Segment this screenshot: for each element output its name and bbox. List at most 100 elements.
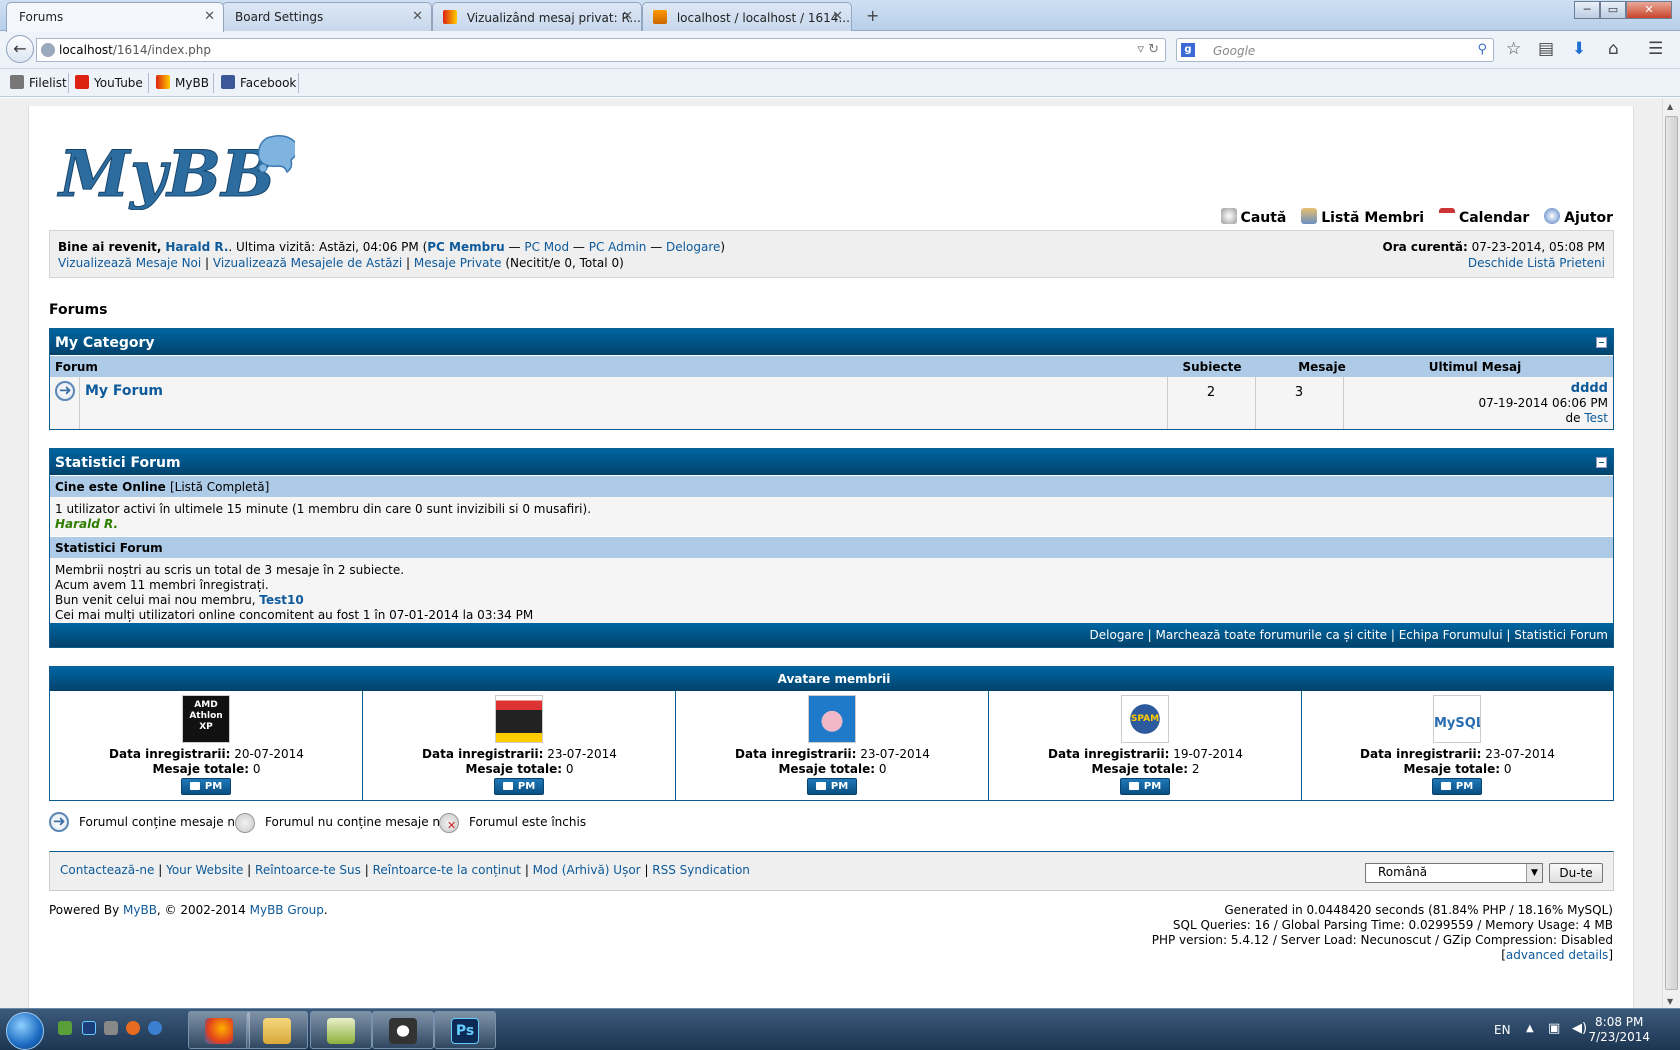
avatar[interactable]: [808, 695, 856, 743]
taskbar-app[interactable]: [372, 1011, 434, 1049]
avatar[interactable]: SPAM: [1121, 695, 1169, 743]
tab-private-message[interactable]: Vizualizând mesaj privat: R... ✕: [432, 2, 642, 31]
category-title[interactable]: My Category: [55, 335, 155, 351]
back-button[interactable]: ←: [6, 35, 34, 63]
tab-label: localhost / localhost / 1614...: [676, 11, 850, 25]
forum-team-link[interactable]: Echipa Forumului: [1399, 628, 1503, 642]
close-icon[interactable]: ✕: [832, 9, 843, 24]
home-icon[interactable]: ⌂: [1608, 39, 1619, 59]
tray-expand-icon[interactable]: ▲: [1526, 1023, 1534, 1034]
close-icon[interactable]: ✕: [412, 9, 423, 24]
taskbar-clock[interactable]: 8:08 PM 7/23/2014: [1588, 1015, 1650, 1045]
mybb-logo[interactable]: MyBB: [55, 130, 295, 210]
advanced-details-link[interactable]: advanced details: [1506, 948, 1608, 962]
close-window-button[interactable]: ✕: [1626, 1, 1672, 19]
network-icon[interactable]: ▣: [1548, 1021, 1560, 1036]
tab-board-settings[interactable]: Board Settings ✕: [222, 2, 432, 31]
pm-button[interactable]: PM: [807, 778, 857, 795]
utorrent-icon[interactable]: [58, 1021, 72, 1035]
scroll-up-icon[interactable]: ▲: [1667, 102, 1673, 111]
taskbar-notepad[interactable]: [310, 1011, 372, 1049]
scroll-thumb[interactable]: [1665, 116, 1678, 990]
view-todays-posts-link[interactable]: Vizualizează Mesajele de Astăzi: [213, 256, 402, 270]
firefox-quick-icon[interactable]: [126, 1021, 140, 1035]
bookmarks-library-icon[interactable]: ▤: [1538, 39, 1554, 59]
bookmark-facebook[interactable]: Facebook: [221, 75, 296, 90]
language-indicator[interactable]: EN: [1494, 1023, 1511, 1037]
back-to-top-link[interactable]: Reîntoarce-te Sus: [255, 863, 361, 877]
bookmark-star-icon[interactable]: ☆: [1506, 39, 1521, 59]
menu-icon[interactable]: ☰: [1648, 39, 1663, 59]
calendar-link[interactable]: Calendar: [1438, 208, 1529, 226]
member-list-link[interactable]: Listă Membri: [1301, 208, 1424, 226]
pm-button[interactable]: PM: [1432, 778, 1482, 795]
tab-phpmyadmin[interactable]: localhost / localhost / 1614... ✕: [642, 2, 852, 31]
navigation-bar: ← localhost/1614/index.php ▿ ↻ g Google …: [0, 31, 1680, 69]
mybb-group-link[interactable]: MyBB Group: [250, 903, 324, 917]
breadcrumb[interactable]: Forums: [49, 302, 107, 318]
search-input[interactable]: g Google ⚲: [1176, 38, 1494, 62]
mark-all-read-link[interactable]: Marchează toate forumurile ca și citite: [1156, 628, 1388, 642]
mybb-link[interactable]: MyBB: [123, 903, 157, 917]
username-link[interactable]: Harald R.: [165, 240, 228, 254]
buddy-list-link[interactable]: Deschide Listă Prieteni: [1468, 256, 1605, 270]
pm-button[interactable]: PM: [1120, 778, 1170, 795]
tab-forums[interactable]: Forums ✕: [6, 2, 224, 32]
new-tab-button[interactable]: +: [866, 6, 879, 25]
language-select[interactable]: Română ▼: [1365, 863, 1543, 883]
avatar[interactable]: MySQL: [1433, 695, 1481, 743]
logout-link[interactable]: Delogare: [1090, 628, 1144, 642]
avatar[interactable]: AMD Athlon XP: [182, 695, 230, 743]
back-to-content-link[interactable]: Reîntoarce-te la conținut: [373, 863, 521, 877]
private-messages-link[interactable]: Mesaje Private: [414, 256, 502, 270]
pc-member-link[interactable]: PC Membru: [427, 240, 504, 254]
search-link[interactable]: Caută: [1220, 208, 1286, 226]
pc-mod-link[interactable]: PC Mod: [524, 240, 569, 254]
forum-new-posts-icon[interactable]: ➜: [55, 381, 75, 401]
view-new-posts-link[interactable]: Vizualizează Mesaje Noi: [58, 256, 201, 270]
reload-icon[interactable]: ▿ ↻: [1137, 42, 1159, 57]
close-icon[interactable]: ✕: [622, 9, 633, 24]
bookmark-mybb[interactable]: MyBB: [156, 75, 209, 90]
rss-link[interactable]: RSS Syndication: [652, 863, 750, 877]
go-button[interactable]: Du-te: [1549, 863, 1603, 883]
bookmark-youtube[interactable]: YouTube: [75, 75, 143, 90]
website-link[interactable]: Your Website: [166, 863, 243, 877]
settings-icon[interactable]: [104, 1021, 118, 1035]
vertical-scrollbar[interactable]: ▲ ▼: [1662, 98, 1680, 1008]
app-quick-icon[interactable]: [148, 1021, 162, 1035]
newest-member-link[interactable]: Test10: [259, 593, 303, 607]
maximize-button[interactable]: ▭: [1600, 1, 1626, 19]
scroll-down-icon[interactable]: ▼: [1667, 997, 1673, 1006]
avatar[interactable]: [495, 695, 543, 743]
pm-button[interactable]: PM: [494, 778, 544, 795]
close-icon[interactable]: ✕: [204, 9, 215, 24]
logout-link[interactable]: Delogare: [666, 240, 720, 254]
help-link[interactable]: Ajutor: [1544, 208, 1613, 226]
taskbar-explorer[interactable]: [246, 1011, 308, 1049]
search-icon[interactable]: ⚲: [1477, 42, 1487, 57]
last-post-author-link[interactable]: Test: [1584, 411, 1608, 425]
url-bar[interactable]: localhost/1614/index.php ▿ ↻: [36, 38, 1166, 62]
pc-admin-link[interactable]: PC Admin: [589, 240, 647, 254]
download-icon[interactable]: ⬇: [1572, 39, 1586, 59]
taskbar-photoshop[interactable]: Ps: [434, 1011, 496, 1049]
photoshop-quick-icon[interactable]: [82, 1021, 96, 1035]
collapse-icon[interactable]: [1596, 337, 1607, 348]
notepad-icon: [327, 1018, 355, 1044]
pm-button[interactable]: PM: [181, 778, 231, 795]
start-button[interactable]: [6, 1012, 44, 1050]
online-user-link[interactable]: Harald R.: [55, 517, 118, 531]
minimize-button[interactable]: ─: [1574, 1, 1600, 19]
archive-mode-link[interactable]: Mod (Arhivă) Ușor: [533, 863, 641, 877]
bookmark-filelist[interactable]: Filelist: [10, 75, 67, 90]
taskbar-firefox[interactable]: [188, 1011, 250, 1049]
collapse-icon[interactable]: [1596, 457, 1607, 468]
full-list-link[interactable]: [Listă Completă]: [170, 480, 269, 494]
volume-icon[interactable]: ◀): [1572, 1021, 1587, 1036]
chevron-down-icon[interactable]: ▼: [1526, 864, 1542, 882]
forum-link[interactable]: My Forum: [85, 383, 163, 399]
last-post-subject-link[interactable]: dddd: [1571, 381, 1608, 396]
forum-stats-link[interactable]: Statistici Forum: [1514, 628, 1608, 642]
contact-link[interactable]: Contactează-ne: [60, 863, 154, 877]
